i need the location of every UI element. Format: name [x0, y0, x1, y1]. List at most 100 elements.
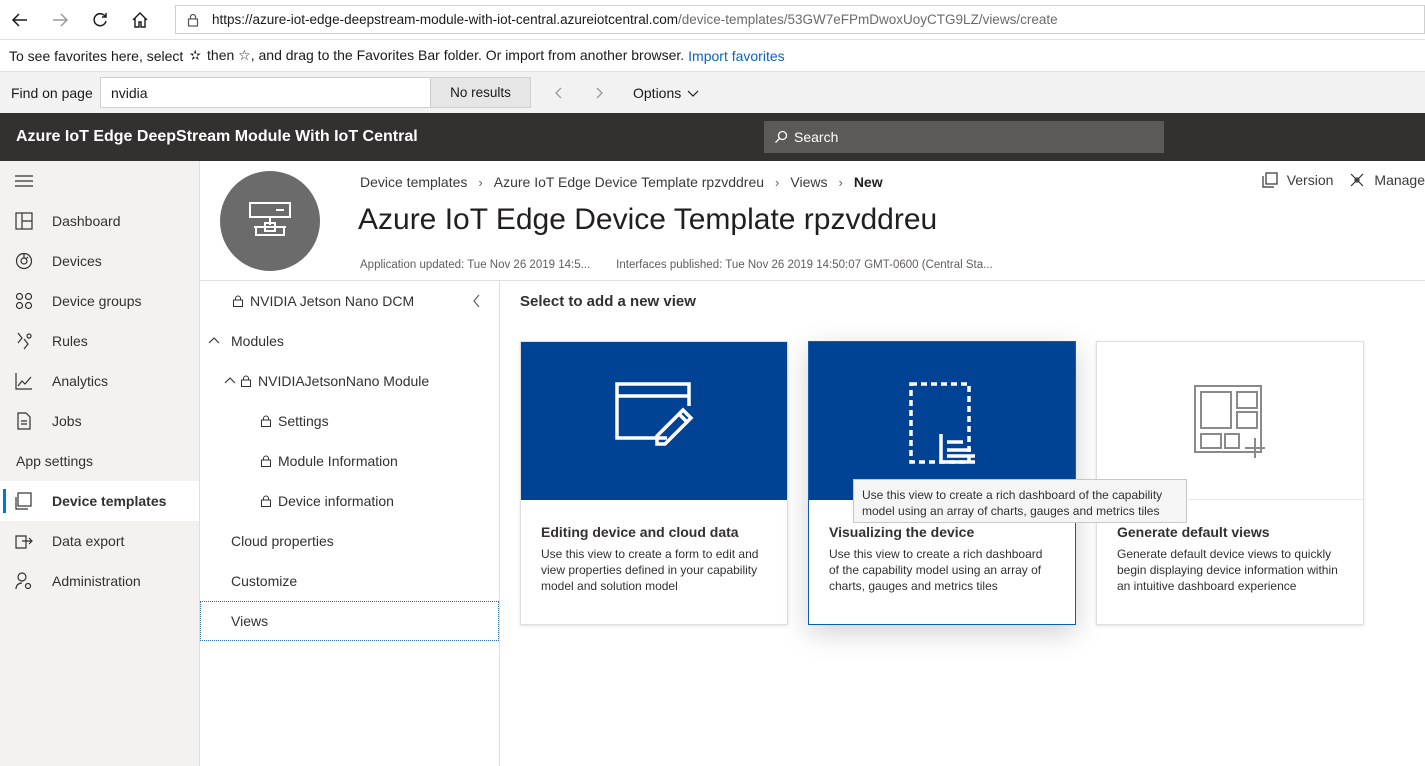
- find-input[interactable]: nvidia: [100, 77, 431, 108]
- lock-icon: [261, 415, 271, 427]
- tree-item-customize[interactable]: Customize: [200, 561, 499, 601]
- find-options-button[interactable]: Options: [633, 85, 699, 101]
- address-bar[interactable]: https://azure-iot-edge-deepstream-module…: [175, 5, 1425, 34]
- data-export-icon: [15, 535, 33, 549]
- chevron-up-icon: [208, 337, 220, 344]
- card-banner: [521, 342, 787, 500]
- tree-label: Device information: [278, 493, 394, 509]
- refresh-button[interactable]: [80, 0, 120, 40]
- card-banner: [809, 342, 1075, 500]
- import-favorites-link[interactable]: Import favorites: [688, 48, 784, 64]
- favorites-hint-text-2: then ☆, and drag to the Favorites Bar fo…: [207, 47, 685, 63]
- refresh-icon: [93, 12, 107, 26]
- nav-item-dashboard[interactable]: Dashboard: [0, 201, 199, 241]
- search-icon: [775, 130, 788, 143]
- device-groups-icon: [15, 292, 33, 310]
- search-placeholder: Search: [794, 129, 839, 145]
- favorites-hint-text: To see favorites here, select: [9, 47, 184, 64]
- back-button[interactable]: [0, 0, 40, 40]
- tree-item-views[interactable]: Views: [200, 601, 499, 641]
- administration-icon: [15, 572, 32, 590]
- edge-device-icon: [249, 202, 291, 236]
- chevron-right-icon: ›: [478, 174, 483, 190]
- version-button[interactable]: Version: [1262, 172, 1334, 188]
- manage-button[interactable]: Manage: [1349, 172, 1425, 188]
- find-options-label: Options: [633, 84, 682, 101]
- jobs-icon: [17, 412, 31, 430]
- nav-label: Rules: [52, 333, 88, 349]
- nav-label: Data export: [52, 533, 125, 549]
- nav-label: Devices: [52, 253, 102, 269]
- nav-label: Device groups: [52, 293, 142, 309]
- manage-label: Manage: [1374, 172, 1425, 188]
- lock-icon: [261, 495, 271, 507]
- main-area: Device templates › Azure IoT Edge Device…: [200, 161, 1425, 766]
- breadcrumb-template[interactable]: Azure IoT Edge Device Template rpzvddreu: [494, 174, 764, 190]
- nav-item-device-groups[interactable]: Device groups: [0, 281, 199, 321]
- tree-item-device-information[interactable]: Device information: [200, 481, 499, 521]
- card-description: Generate default device views to quickly…: [1117, 547, 1338, 593]
- nav-item-rules[interactable]: Rules: [0, 321, 199, 361]
- card-title: Editing device and cloud data: [541, 524, 739, 540]
- version-icon: [1262, 172, 1278, 188]
- edit-form-icon: [615, 382, 694, 446]
- card-banner: [1097, 342, 1363, 500]
- find-results: No results: [431, 77, 531, 108]
- tree-item-cloud-properties[interactable]: Cloud properties: [200, 521, 499, 561]
- content-heading: Select to add a new view: [520, 293, 696, 310]
- tree-label: Modules: [231, 333, 284, 349]
- lock-icon: [241, 375, 251, 387]
- view-card-editing[interactable]: Editing device and cloud data Use this v…: [520, 341, 788, 625]
- url-path: /device-templates/53GW7eFPmDwoxUoyCTG9LZ…: [677, 12, 1058, 27]
- nav-label: Analytics: [52, 373, 109, 389]
- breadcrumb-current: New: [853, 174, 883, 190]
- home-button[interactable]: [120, 0, 160, 40]
- find-next-button[interactable]: [579, 77, 619, 108]
- lock-icon: [187, 13, 199, 27]
- search-input[interactable]: Search: [764, 121, 1164, 153]
- devices-icon: [15, 252, 33, 270]
- breadcrumb-device-templates[interactable]: Device templates: [360, 174, 467, 190]
- nav-item-device-templates[interactable]: Device templates: [0, 481, 199, 521]
- lock-icon: [233, 295, 243, 307]
- chevron-right-icon: ›: [775, 174, 780, 190]
- nav-label: Jobs: [52, 413, 82, 429]
- template-avatar: [220, 171, 320, 271]
- nav-item-jobs[interactable]: Jobs: [0, 401, 199, 441]
- nav-item-data-export[interactable]: Data export: [0, 521, 199, 561]
- card-description: Use this view to create a form to edit a…: [541, 547, 759, 593]
- nav-item-administration[interactable]: Administration: [0, 561, 199, 601]
- nav-label: Device templates: [52, 493, 167, 509]
- tree-item-dcm[interactable]: NVIDIA Jetson Nano DCM: [200, 281, 499, 321]
- top-actions: Version Manage: [1246, 172, 1425, 188]
- nav-item-devices[interactable]: Devices: [0, 241, 199, 281]
- breadcrumb-views[interactable]: Views: [790, 174, 827, 190]
- forward-button[interactable]: [40, 0, 80, 40]
- left-navigation: Dashboard Devices Device groups Rules An…: [0, 161, 200, 766]
- chevron-left-icon: [555, 87, 562, 98]
- app-updated: Application updated: Tue Nov 26 2019 14:…: [360, 259, 591, 271]
- favorites-bar: To see favorites here, select ✫ then ☆, …: [0, 40, 1425, 72]
- nav-label: Dashboard: [52, 213, 121, 229]
- dashboard-view-icon: [909, 382, 975, 464]
- tree-label: Settings: [278, 413, 329, 429]
- template-tree: NVIDIA Jetson Nano DCM Modules NVIDIAJet…: [200, 281, 500, 766]
- manage-icon: [1350, 173, 1364, 187]
- card-description: Use this view to create a rich dashboard…: [829, 547, 1043, 593]
- find-previous-button[interactable]: [539, 77, 579, 108]
- dashboard-icon: [15, 212, 33, 230]
- collapse-panel-icon[interactable]: [471, 294, 483, 308]
- find-label: Find on page: [11, 84, 93, 101]
- tree-item-module-information[interactable]: Module Information: [200, 441, 499, 481]
- hamburger-button[interactable]: [0, 161, 199, 201]
- tree-item-module[interactable]: NVIDIAJetsonNano Module: [200, 361, 499, 401]
- tree-item-settings[interactable]: Settings: [200, 401, 499, 441]
- template-meta: Application updated: Tue Nov 26 2019 14:…: [360, 259, 993, 271]
- version-label: Version: [1286, 172, 1334, 188]
- forward-arrow-icon: [53, 12, 69, 27]
- nav-section-app-settings: App settings: [16, 453, 94, 469]
- back-arrow-icon: [11, 12, 27, 27]
- nav-item-analytics[interactable]: Analytics: [0, 361, 199, 401]
- tree-item-modules[interactable]: Modules: [200, 321, 499, 361]
- tree-label: NVIDIA Jetson Nano DCM: [250, 293, 415, 309]
